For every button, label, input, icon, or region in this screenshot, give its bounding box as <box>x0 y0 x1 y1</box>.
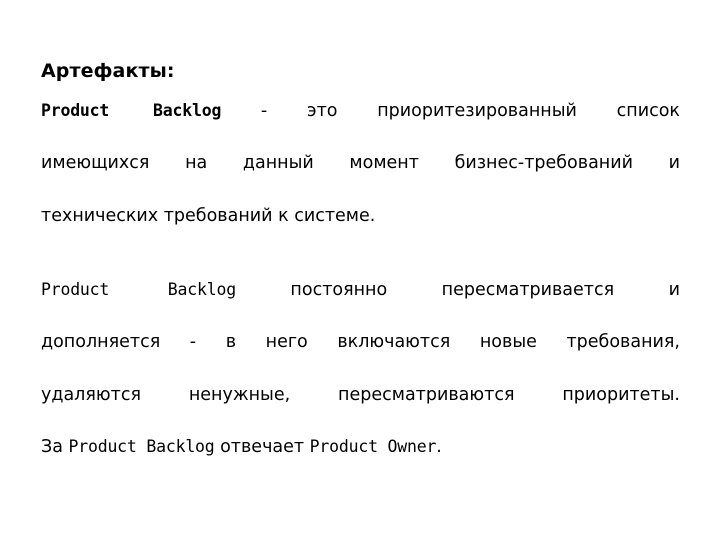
text-line: Product Backlog постоянно пересматривает… <box>41 277 680 329</box>
text-line: За Product Backlog отвечает Product Owne… <box>41 434 680 460</box>
term-latin: Product Backlog <box>41 280 236 300</box>
text-run: технических требований к системе. <box>41 205 376 226</box>
text-run: . <box>436 437 442 458</box>
term-product-backlog: Product Backlog <box>41 101 222 120</box>
text-run: дополняется - в него включаются новые тр… <box>41 332 680 353</box>
text-line: Product Backlog - это приоритезированный… <box>41 98 680 150</box>
slide-content: Артефакты: Product Backlog - это приорит… <box>41 58 680 460</box>
text-run: имеющихся на данный момент бизнес-требов… <box>41 153 680 174</box>
text-line: технических требований к системе. <box>41 203 680 229</box>
slide-canvas: Артефакты: Product Backlog - это приорит… <box>0 0 720 540</box>
text-run: За <box>41 437 69 458</box>
text-run: отвечает <box>214 437 310 458</box>
paragraph-product-backlog-definition: Product Backlog - это приоритезированный… <box>41 98 680 229</box>
text-run: - это приоритезированный список <box>221 101 680 121</box>
term-latin: Product Owner <box>309 437 437 457</box>
text-line: дополняется - в него включаются новые тр… <box>41 329 680 381</box>
text-run: удаляются ненужные, пересматриваются при… <box>41 384 680 405</box>
term-latin: Product Backlog <box>68 437 215 457</box>
text-line: удаляются ненужные, пересматриваются при… <box>41 382 680 434</box>
text-line: имеющихся на данный момент бизнес-требов… <box>41 150 680 202</box>
text-run: постоянно пересматривается и <box>235 280 680 301</box>
page-title: Артефакты: <box>41 60 175 82</box>
paragraph-product-backlog-maintenance: Product Backlog постоянно пересматривает… <box>41 277 680 460</box>
